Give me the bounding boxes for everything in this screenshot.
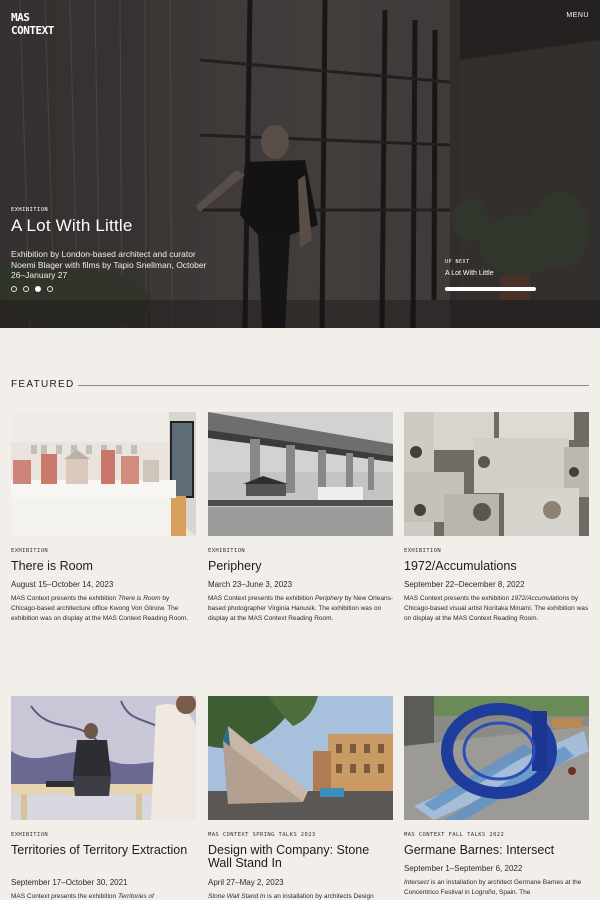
card-description: MAS Context presents the exhibition 1972… [404, 595, 589, 622]
card-thumbnail [404, 412, 589, 536]
card-dates: April 27–May 2, 2023 [208, 878, 284, 887]
card-eyebrow: MAS CONTEXT SPRING TALKS 2023 [208, 832, 316, 838]
card-title[interactable]: There is Room [11, 560, 196, 573]
card-dates: March 23–June 3, 2023 [208, 580, 293, 589]
slide-dot-2[interactable] [23, 286, 29, 292]
slide-dot-3[interactable] [35, 286, 41, 292]
hero-slideshow[interactable]: MAS CONTEXT MENU EXHIBITION A Lot With L… [0, 0, 600, 328]
card-description: MAS Context presents the exhibition Terr… [11, 893, 154, 900]
mas-context-logo[interactable]: MAS CONTEXT [11, 11, 111, 37]
featured-card-there-is-room[interactable]: EXHIBITION There is Room August 15–Octob… [11, 412, 196, 622]
card-dates: September 1–September 6, 2022 [404, 864, 523, 873]
hero-title[interactable]: A Lot With Little [11, 216, 133, 236]
card-eyebrow: MAS CONTEXT FALL TALKS 2022 [404, 832, 505, 838]
card-eyebrow: EXHIBITION [404, 548, 442, 554]
card-title[interactable]: Design with Company: Stone Wall Stand In [208, 844, 393, 870]
card-title[interactable]: Germane Barnes: Intersect [404, 844, 589, 857]
card-thumbnail [404, 696, 589, 820]
card-title[interactable]: Territories of Territory Extraction [11, 844, 196, 857]
slide-indicator [11, 286, 53, 292]
featured-heading: FEATURED [11, 379, 75, 390]
up-next-progress-bar [445, 287, 536, 291]
card-description: Intersect is an installation by architec… [404, 879, 582, 896]
card-description: MAS Context presents the exhibition Ther… [11, 595, 189, 622]
menu-button[interactable]: MENU [566, 12, 589, 19]
svg-text:MAS: MAS [11, 11, 29, 24]
up-next-label: UP NEXT [445, 259, 470, 265]
featured-card-periphery[interactable]: EXHIBITION Periphery March 23–June 3, 20… [208, 412, 393, 622]
card-thumbnail [208, 412, 393, 536]
card-dates: September 17–October 30, 2021 [11, 878, 128, 887]
card-eyebrow: EXHIBITION [11, 832, 49, 838]
up-next-title[interactable]: A Lot With Little [445, 270, 494, 277]
slide-dot-1[interactable] [11, 286, 17, 292]
card-title[interactable]: 1972/Accumulations [404, 560, 589, 573]
card-eyebrow: EXHIBITION [11, 548, 49, 554]
featured-card-1972-accumulations[interactable]: EXHIBITION 1972/Accumulations September … [404, 412, 589, 622]
card-thumbnail [11, 412, 196, 536]
card-dates: September 22–December 8, 2022 [404, 580, 525, 589]
card-description: MAS Context presents the exhibition Peri… [208, 595, 393, 622]
hero-eyebrow: EXHIBITION [11, 207, 49, 213]
featured-card-intersect[interactable]: MAS CONTEXT FALL TALKS 2022 Germane Barn… [404, 696, 589, 896]
card-description: Stone Wall Stand In is an installation b… [208, 893, 374, 900]
featured-card-territories[interactable]: EXHIBITION Territories of Territory Extr… [11, 696, 196, 900]
card-thumbnail [11, 696, 196, 820]
card-thumbnail [208, 696, 393, 820]
card-dates: August 15–October 14, 2023 [11, 580, 114, 589]
hero-description: Exhibition by London-based architect and… [11, 249, 207, 280]
card-eyebrow: EXHIBITION [208, 548, 246, 554]
svg-text:CONTEXT: CONTEXT [11, 24, 55, 37]
featured-card-stone-wall-stand-in[interactable]: MAS CONTEXT SPRING TALKS 2023 Design wit… [208, 696, 393, 900]
card-title[interactable]: Periphery [208, 560, 393, 573]
featured-divider [78, 385, 589, 386]
slide-dot-4[interactable] [47, 286, 53, 292]
